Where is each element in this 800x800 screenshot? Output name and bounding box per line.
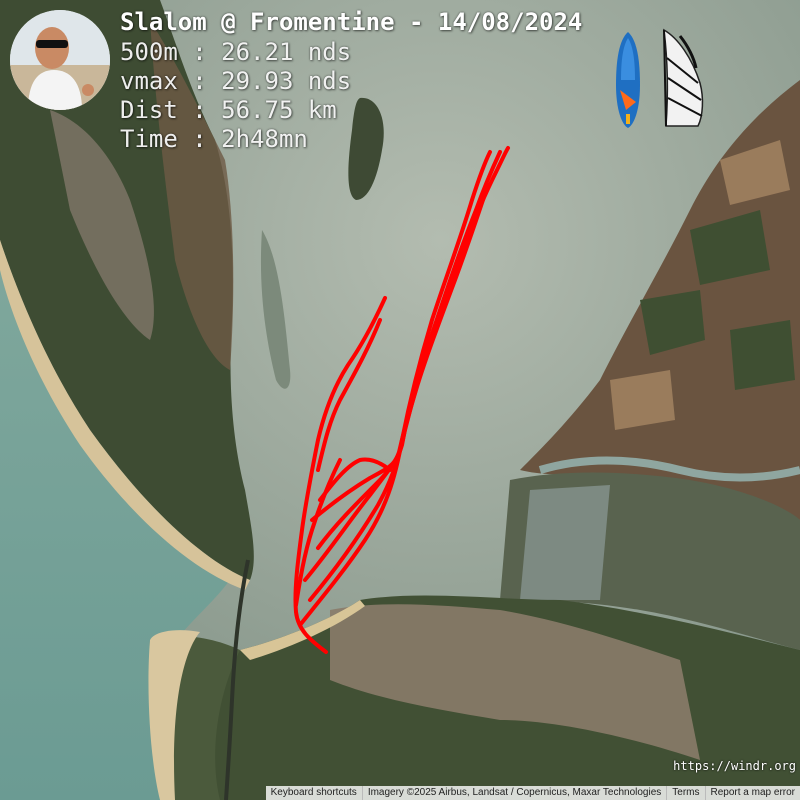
- stat-500m: 500m : 26.21 nds: [120, 38, 352, 66]
- stat-vmax: vmax : 29.93 nds: [120, 67, 352, 95]
- rider-avatar: [10, 10, 110, 110]
- report-map-error-link[interactable]: Report a map error: [704, 786, 800, 800]
- windsurf-sail-icon: [663, 28, 704, 127]
- keyboard-shortcuts-link[interactable]: Keyboard shortcuts: [266, 786, 362, 800]
- rider-avatar-icon: [10, 10, 110, 110]
- terms-link[interactable]: Terms: [666, 786, 704, 800]
- map-attribution-bar: Keyboard shortcuts Imagery ©2025 Airbus,…: [0, 786, 800, 800]
- stat-time: Time : 2h48mn: [120, 125, 308, 153]
- salt-pans: [520, 485, 610, 600]
- imagery-credit: Imagery ©2025 Airbus, Landsat / Copernic…: [361, 786, 666, 800]
- site-url[interactable]: https://windr.org: [673, 759, 796, 773]
- session-title: Slalom @ Fromentine - 14/08/2024: [120, 8, 583, 36]
- windsurf-board-icon: [616, 32, 640, 128]
- stat-distance: Dist : 56.75 km: [120, 96, 337, 124]
